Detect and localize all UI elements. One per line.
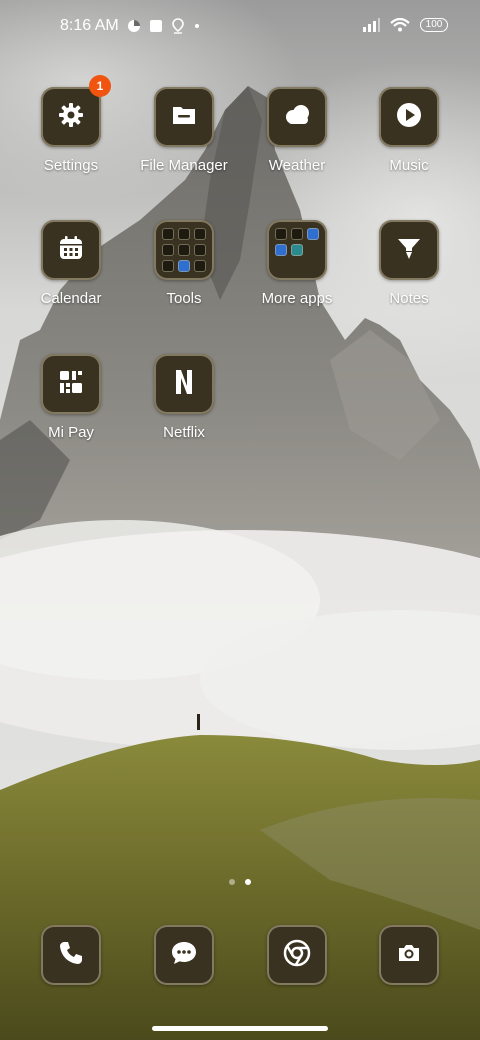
app-notes[interactable]: Notes <box>354 220 464 307</box>
page-dot[interactable] <box>229 879 235 885</box>
app-file-manager[interactable]: File Manager <box>129 87 239 174</box>
app-label: File Manager <box>140 157 228 174</box>
chrome-tile[interactable] <box>267 925 327 985</box>
app-label: Calendar <box>40 290 102 307</box>
app-music[interactable]: Music <box>354 87 464 174</box>
music-tile[interactable] <box>379 87 439 147</box>
messages-tile[interactable] <box>154 925 214 985</box>
app-label: Music <box>389 157 429 174</box>
app-label: Tools <box>166 290 202 307</box>
square-notification-icon <box>149 19 163 33</box>
folder-grid-icon <box>275 228 319 272</box>
camera-icon <box>396 940 422 971</box>
app-label: Notes <box>389 290 429 307</box>
dock-camera[interactable] <box>354 925 464 985</box>
more-apps-folder-tile[interactable] <box>267 220 327 280</box>
location-pin-icon <box>171 18 185 34</box>
data-saver-icon <box>127 19 141 33</box>
netflix-tile[interactable] <box>154 354 214 414</box>
notes-tile[interactable] <box>379 220 439 280</box>
calendar-tile[interactable] <box>41 220 101 280</box>
folder-icon <box>170 101 198 134</box>
dot-indicator-icon <box>193 22 201 30</box>
calendar-icon <box>58 235 84 266</box>
phone-icon <box>58 940 84 971</box>
folder-tools[interactable]: Tools <box>129 220 239 307</box>
status-bar: 8:16 AM 100 <box>0 0 480 56</box>
dock-chrome[interactable] <box>242 925 352 985</box>
page-indicator <box>0 879 480 885</box>
page-dot-active[interactable] <box>245 879 251 885</box>
file-manager-tile[interactable] <box>154 87 214 147</box>
mi-pay-tile[interactable] <box>41 354 101 414</box>
folder-more-apps[interactable]: More apps <box>242 220 352 307</box>
settings-tile[interactable]: 1 <box>41 75 111 147</box>
netflix-icon <box>174 368 194 401</box>
app-label: Settings <box>43 157 99 174</box>
camera-tile[interactable] <box>379 925 439 985</box>
app-netflix[interactable]: Netflix <box>129 354 239 441</box>
app-calendar[interactable]: Calendar <box>16 220 126 307</box>
battery-icon: 100 <box>420 18 448 32</box>
signal-icon <box>362 18 380 32</box>
chrome-icon <box>283 939 311 972</box>
notification-badge: 1 <box>89 75 111 97</box>
app-label: More apps <box>261 290 333 307</box>
dock-messages[interactable] <box>129 925 239 985</box>
app-label: Weather <box>268 157 326 174</box>
home-gesture-bar[interactable] <box>152 1026 328 1031</box>
dock-phone[interactable] <box>16 925 126 985</box>
phone-tile[interactable] <box>41 925 101 985</box>
play-circle-icon <box>395 101 423 134</box>
folder-grid-icon <box>162 228 206 272</box>
cloud-icon <box>282 104 312 131</box>
chat-bubble-icon <box>170 939 198 972</box>
app-settings[interactable]: 1 Settings <box>16 75 126 174</box>
weather-tile[interactable] <box>267 87 327 147</box>
mi-pay-icon <box>57 368 85 401</box>
app-mi-pay[interactable]: Mi Pay <box>16 354 126 441</box>
app-weather[interactable]: Weather <box>242 87 352 174</box>
wifi-icon <box>390 18 410 32</box>
app-label: Netflix <box>163 424 205 441</box>
notes-icon <box>396 235 422 266</box>
app-label: Mi Pay <box>48 424 94 441</box>
tools-folder-tile[interactable] <box>154 220 214 280</box>
gear-icon <box>57 101 85 134</box>
status-time: 8:16 AM <box>60 17 119 34</box>
